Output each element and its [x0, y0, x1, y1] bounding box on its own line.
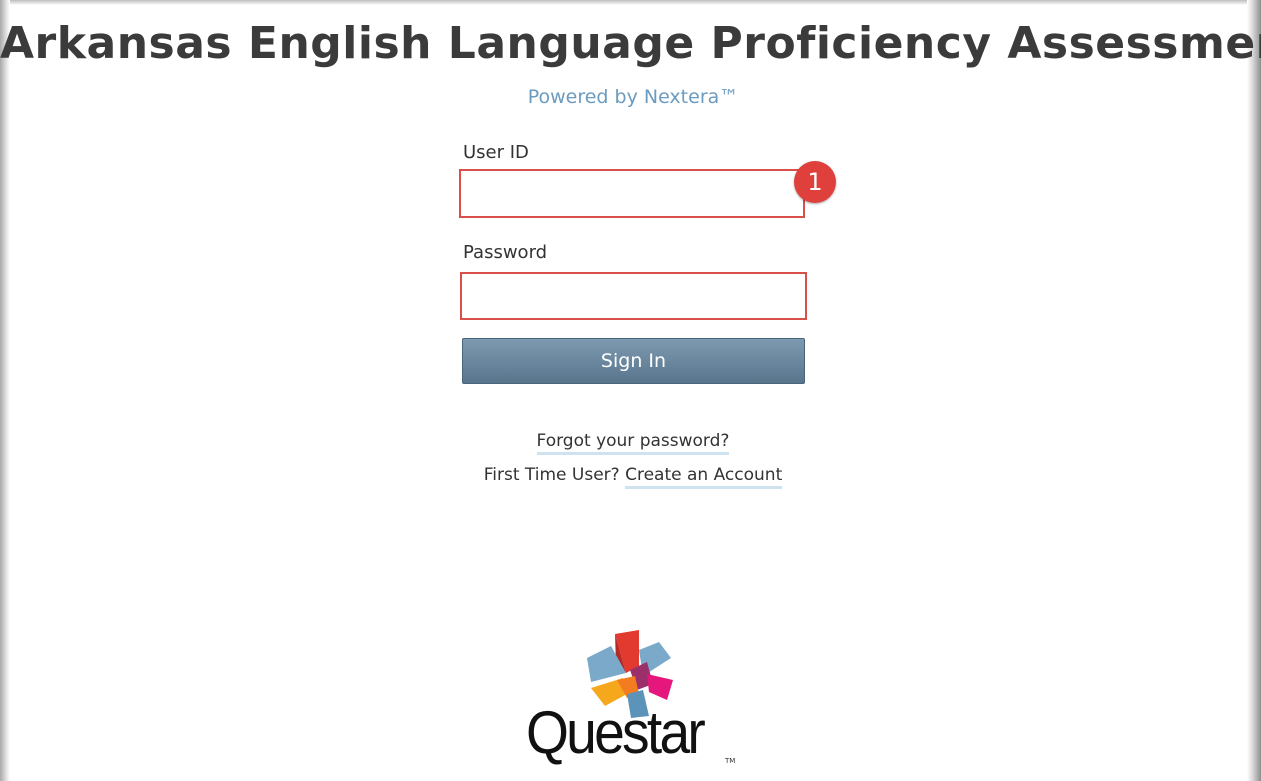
login-page: Arkansas English Language Proficiency As… — [0, 0, 1261, 781]
page-title: Arkansas English Language Proficiency As… — [0, 18, 1261, 69]
user-id-input[interactable] — [459, 169, 805, 218]
questar-wordmark: Questar — [526, 699, 706, 766]
password-input[interactable] — [460, 272, 807, 320]
powered-by-text: Powered by Nextera™ — [527, 86, 739, 108]
window-shadow-right — [1247, 0, 1261, 781]
step-callout-badge: 1 — [794, 161, 836, 203]
first-time-user-text: First Time User? — [483, 465, 620, 485]
window-shadow-left — [0, 0, 10, 781]
password-label: Password — [463, 242, 548, 263]
create-account-link[interactable]: Create an Account — [625, 465, 783, 489]
user-id-label: User ID — [463, 142, 529, 163]
first-time-user-row: First Time User? Create an Account — [0, 465, 1261, 489]
forgot-password-row: Forgot your password? — [0, 431, 1261, 455]
trademark-symbol: TM — [725, 757, 736, 765]
sign-in-button[interactable]: Sign In — [462, 338, 805, 384]
forgot-password-link[interactable]: Forgot your password? — [536, 431, 730, 455]
window-shadow-top — [0, 0, 1261, 5]
